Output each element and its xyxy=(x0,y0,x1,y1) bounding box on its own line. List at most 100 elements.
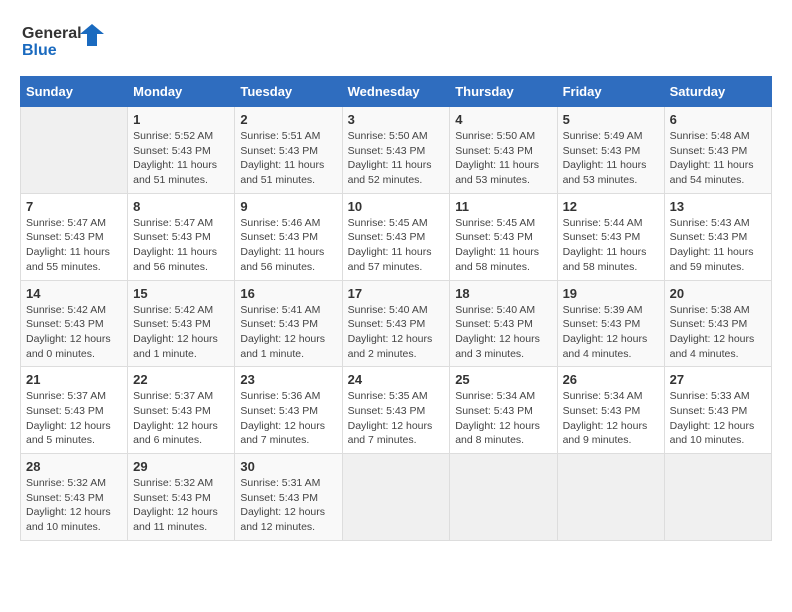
calendar-week-row: 7 Sunrise: 5:47 AM Sunset: 5:43 PM Daylig… xyxy=(21,193,772,280)
col-header-thursday: Thursday xyxy=(450,77,557,107)
calendar-cell xyxy=(342,454,450,541)
day-info: Sunrise: 5:51 AM Sunset: 5:43 PM Dayligh… xyxy=(240,129,336,188)
calendar-week-row: 14 Sunrise: 5:42 AM Sunset: 5:43 PM Dayli… xyxy=(21,280,772,367)
calendar-cell: 18 Sunrise: 5:40 AM Sunset: 5:43 PM Dayli… xyxy=(450,280,557,367)
col-header-wednesday: Wednesday xyxy=(342,77,450,107)
day-info: Sunrise: 5:37 AM Sunset: 5:43 PM Dayligh… xyxy=(133,389,229,448)
day-info: Sunrise: 5:44 AM Sunset: 5:43 PM Dayligh… xyxy=(563,216,659,275)
day-number: 26 xyxy=(563,372,659,387)
day-number: 10 xyxy=(348,199,445,214)
day-number: 21 xyxy=(26,372,122,387)
day-number: 8 xyxy=(133,199,229,214)
day-number: 19 xyxy=(563,286,659,301)
day-number: 24 xyxy=(348,372,445,387)
calendar-cell xyxy=(450,454,557,541)
calendar-table: SundayMondayTuesdayWednesdayThursdayFrid… xyxy=(20,76,772,541)
calendar-cell: 20 Sunrise: 5:38 AM Sunset: 5:43 PM Dayli… xyxy=(664,280,771,367)
calendar-cell: 4 Sunrise: 5:50 AM Sunset: 5:43 PM Daylig… xyxy=(450,107,557,194)
day-number: 3 xyxy=(348,112,445,127)
day-info: Sunrise: 5:32 AM Sunset: 5:43 PM Dayligh… xyxy=(26,476,122,535)
calendar-cell: 5 Sunrise: 5:49 AM Sunset: 5:43 PM Daylig… xyxy=(557,107,664,194)
calendar-cell: 26Sunrise: 5:34 AM Sunset: 5:43 PM Dayli… xyxy=(557,367,664,454)
day-info: Sunrise: 5:42 AM Sunset: 5:43 PM Dayligh… xyxy=(26,303,122,362)
day-number: 30 xyxy=(240,459,336,474)
calendar-cell: 19 Sunrise: 5:39 AM Sunset: 5:43 PM Dayli… xyxy=(557,280,664,367)
day-info: Sunrise: 5:45 AM Sunset: 5:43 PM Dayligh… xyxy=(348,216,445,275)
day-info: Sunrise: 5:42 AM Sunset: 5:43 PM Dayligh… xyxy=(133,303,229,362)
calendar-cell: 13Sunrise: 5:43 AM Sunset: 5:43 PM Dayli… xyxy=(664,193,771,280)
day-info: Sunrise: 5:37 AM Sunset: 5:43 PM Dayligh… xyxy=(26,389,122,448)
col-header-tuesday: Tuesday xyxy=(235,77,342,107)
calendar-header-row: SundayMondayTuesdayWednesdayThursdayFrid… xyxy=(21,77,772,107)
day-info: Sunrise: 5:47 AM Sunset: 5:43 PM Dayligh… xyxy=(133,216,229,275)
calendar-cell: 3 Sunrise: 5:50 AM Sunset: 5:43 PM Daylig… xyxy=(342,107,450,194)
calendar-week-row: 1 Sunrise: 5:52 AM Sunset: 5:43 PM Daylig… xyxy=(21,107,772,194)
calendar-cell: 29 Sunrise: 5:32 AM Sunset: 5:43 PM Dayli… xyxy=(128,454,235,541)
calendar-cell: 6 Sunrise: 5:48 AM Sunset: 5:43 PM Daylig… xyxy=(664,107,771,194)
day-number: 25 xyxy=(455,372,551,387)
day-info: Sunrise: 5:50 AM Sunset: 5:43 PM Dayligh… xyxy=(348,129,445,188)
day-number: 28 xyxy=(26,459,122,474)
day-info: Sunrise: 5:50 AM Sunset: 5:43 PM Dayligh… xyxy=(455,129,551,188)
page-header: GeneralBlue xyxy=(20,20,772,60)
day-number: 23 xyxy=(240,372,336,387)
day-info: Sunrise: 5:38 AM Sunset: 5:43 PM Dayligh… xyxy=(670,303,766,362)
day-info: Sunrise: 5:32 AM Sunset: 5:43 PM Dayligh… xyxy=(133,476,229,535)
svg-text:Blue: Blue xyxy=(22,42,57,59)
calendar-cell: 7 Sunrise: 5:47 AM Sunset: 5:43 PM Daylig… xyxy=(21,193,128,280)
day-info: Sunrise: 5:31 AM Sunset: 5:43 PM Dayligh… xyxy=(240,476,336,535)
day-info: Sunrise: 5:40 AM Sunset: 5:43 PM Dayligh… xyxy=(348,303,445,362)
calendar-cell: 21 Sunrise: 5:37 AM Sunset: 5:43 PM Dayli… xyxy=(21,367,128,454)
day-info: Sunrise: 5:48 AM Sunset: 5:43 PM Dayligh… xyxy=(670,129,766,188)
day-number: 11 xyxy=(455,199,551,214)
calendar-cell: 8 Sunrise: 5:47 AM Sunset: 5:43 PM Daylig… xyxy=(128,193,235,280)
day-number: 5 xyxy=(563,112,659,127)
day-info: Sunrise: 5:49 AM Sunset: 5:43 PM Dayligh… xyxy=(563,129,659,188)
day-info: Sunrise: 5:35 AM Sunset: 5:43 PM Dayligh… xyxy=(348,389,445,448)
col-header-sunday: Sunday xyxy=(21,77,128,107)
day-number: 14 xyxy=(26,286,122,301)
day-number: 7 xyxy=(26,199,122,214)
calendar-cell: 27Sunrise: 5:33 AM Sunset: 5:43 PM Dayli… xyxy=(664,367,771,454)
calendar-week-row: 28 Sunrise: 5:32 AM Sunset: 5:43 PM Dayli… xyxy=(21,454,772,541)
day-info: Sunrise: 5:36 AM Sunset: 5:43 PM Dayligh… xyxy=(240,389,336,448)
day-number: 4 xyxy=(455,112,551,127)
day-number: 16 xyxy=(240,286,336,301)
calendar-cell xyxy=(664,454,771,541)
calendar-cell: 22 Sunrise: 5:37 AM Sunset: 5:43 PM Dayli… xyxy=(128,367,235,454)
day-info: Sunrise: 5:52 AM Sunset: 5:43 PM Dayligh… xyxy=(133,129,229,188)
day-number: 9 xyxy=(240,199,336,214)
calendar-cell: 25 Sunrise: 5:34 AM Sunset: 5:43 PM Dayli… xyxy=(450,367,557,454)
day-number: 2 xyxy=(240,112,336,127)
day-number: 1 xyxy=(133,112,229,127)
calendar-cell xyxy=(21,107,128,194)
calendar-cell: 9 Sunrise: 5:46 AM Sunset: 5:43 PM Daylig… xyxy=(235,193,342,280)
day-number: 29 xyxy=(133,459,229,474)
day-number: 18 xyxy=(455,286,551,301)
calendar-cell: 30 Sunrise: 5:31 AM Sunset: 5:43 PM Dayli… xyxy=(235,454,342,541)
day-info: Sunrise: 5:46 AM Sunset: 5:43 PM Dayligh… xyxy=(240,216,336,275)
calendar-cell: 12Sunrise: 5:44 AM Sunset: 5:43 PM Dayli… xyxy=(557,193,664,280)
calendar-cell: 10 Sunrise: 5:45 AM Sunset: 5:43 PM Dayli… xyxy=(342,193,450,280)
calendar-cell: 1 Sunrise: 5:52 AM Sunset: 5:43 PM Daylig… xyxy=(128,107,235,194)
calendar-cell: 23 Sunrise: 5:36 AM Sunset: 5:43 PM Dayli… xyxy=(235,367,342,454)
day-info: Sunrise: 5:47 AM Sunset: 5:43 PM Dayligh… xyxy=(26,216,122,275)
day-number: 6 xyxy=(670,112,766,127)
calendar-cell xyxy=(557,454,664,541)
calendar-cell: 2 Sunrise: 5:51 AM Sunset: 5:43 PM Daylig… xyxy=(235,107,342,194)
day-number: 13 xyxy=(670,199,766,214)
calendar-cell: 28 Sunrise: 5:32 AM Sunset: 5:43 PM Dayli… xyxy=(21,454,128,541)
calendar-cell: 16Sunrise: 5:41 AM Sunset: 5:43 PM Dayli… xyxy=(235,280,342,367)
calendar-cell: 14 Sunrise: 5:42 AM Sunset: 5:43 PM Dayli… xyxy=(21,280,128,367)
day-info: Sunrise: 5:39 AM Sunset: 5:43 PM Dayligh… xyxy=(563,303,659,362)
calendar-week-row: 21 Sunrise: 5:37 AM Sunset: 5:43 PM Dayli… xyxy=(21,367,772,454)
day-info: Sunrise: 5:45 AM Sunset: 5:43 PM Dayligh… xyxy=(455,216,551,275)
col-header-friday: Friday xyxy=(557,77,664,107)
calendar-cell: 24 Sunrise: 5:35 AM Sunset: 5:43 PM Dayli… xyxy=(342,367,450,454)
day-number: 20 xyxy=(670,286,766,301)
day-number: 17 xyxy=(348,286,445,301)
day-info: Sunrise: 5:34 AM Sunset: 5:43 PM Dayligh… xyxy=(455,389,551,448)
day-number: 22 xyxy=(133,372,229,387)
day-info: Sunrise: 5:40 AM Sunset: 5:43 PM Dayligh… xyxy=(455,303,551,362)
svg-text:General: General xyxy=(22,25,82,42)
